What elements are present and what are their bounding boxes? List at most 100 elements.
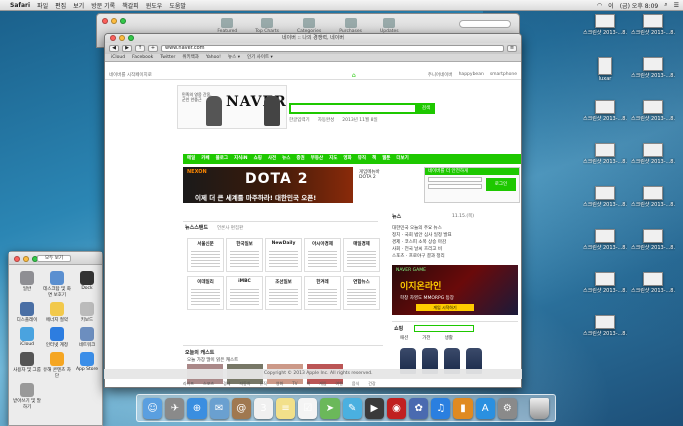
search-input[interactable] (289, 103, 417, 114)
id-field[interactable] (428, 177, 482, 182)
dock-app-launchpad[interactable]: ✈ (165, 398, 185, 419)
category-link[interactable]: 영화 (276, 381, 283, 387)
search-button[interactable]: 검색 (417, 103, 435, 114)
category-link[interactable]: 경제 (223, 381, 230, 387)
trash-icon[interactable] (529, 398, 550, 419)
newsstand-card[interactable]: 이데일리 (187, 276, 224, 310)
newsstand-card[interactable]: NewDaily (265, 238, 302, 272)
pref-pane[interactable]: 에너지 절약 (43, 302, 71, 323)
category-link[interactable]: 뮤직 (260, 381, 267, 387)
news-headline[interactable]: 스포츠 · 프로야구 결과 정리 (392, 253, 518, 260)
bookmark-item[interactable]: 인기 사이트 ▾ (247, 54, 273, 61)
password-field[interactable] (428, 184, 482, 189)
shop-tab[interactable]: 생활 (445, 335, 453, 341)
bookmark-item[interactable]: Yahoo! (206, 54, 221, 61)
newsstand-card[interactable]: 한겨레 (304, 276, 341, 310)
set-homepage-link[interactable]: 네이버를 시작페이지로 (109, 72, 152, 78)
tab-updates[interactable]: Updates (380, 18, 399, 34)
dock-app-iphoto[interactable]: ✿ (409, 398, 429, 419)
category-link[interactable]: 여행 (336, 381, 343, 387)
user-menu[interactable]: 이 (608, 1, 614, 10)
dock-app-photo-booth[interactable]: ◉ (386, 398, 407, 419)
service-menu-item[interactable]: 사전 (268, 154, 276, 164)
desktop-file[interactable]: 스크린샷 2013-...8.04.24 (631, 57, 675, 79)
newsstand-card[interactable]: 매일경제 (343, 238, 380, 272)
service-menu-item[interactable]: 영화 (343, 154, 351, 164)
tab-featured[interactable]: Featured (217, 18, 237, 34)
url-bar[interactable]: www.naver.com (161, 45, 504, 52)
bookmark-item[interactable]: Twitter (160, 54, 175, 61)
category-link[interactable]: 게임 (319, 381, 326, 387)
shop-search-input[interactable] (414, 325, 474, 332)
pref-pane[interactable]: 데스크탑 및 화면 보호기 (43, 271, 71, 298)
category-link[interactable]: TV (292, 381, 297, 387)
bookmark-item[interactable]: 위키백과 (182, 54, 199, 61)
desktop-file[interactable]: 스크린샷 2013-...8.06.59 (583, 272, 627, 294)
desktop-file[interactable]: 스크린샷 2013-...8.04.51 (631, 100, 675, 122)
news-headline[interactable]: 정치 · 국회 법안 심사 일정 발표 (392, 232, 518, 239)
zoom-button[interactable] (128, 35, 134, 41)
tab-purchases[interactable]: Purchases (339, 18, 362, 34)
news-headline[interactable]: 사회 · 전국 날씨 흐리고 비 (392, 246, 518, 253)
login-button[interactable]: 로그인 (486, 178, 516, 191)
junior-naver-link[interactable]: 주니어네이버 (428, 72, 453, 78)
close-button[interactable] (14, 256, 20, 262)
desktop-file[interactable]: 스크린샷 2013-...8.04.25 (583, 100, 627, 122)
desktop-file[interactable]: 스크린샷 2013-...8.07.52 (583, 14, 627, 36)
category-link[interactable]: 책 (306, 381, 310, 387)
bookmark-item[interactable]: Facebook (132, 54, 153, 61)
desktop-file[interactable]: 스크린샷 2013-...8.04.32 (631, 14, 675, 36)
desktop-file[interactable]: 스크린샷 2013-...8.06.15 (631, 186, 675, 208)
menu-edit[interactable]: 편집 (55, 1, 66, 10)
newsstand-card[interactable]: iMBC (226, 276, 263, 310)
close-button[interactable] (102, 18, 108, 24)
naver-doodle[interactable]: 민족의 영웅 간옹, 군인 안중근 NAVER (177, 85, 287, 129)
pref-pane[interactable]: 인터넷 계정 (43, 327, 71, 348)
show-all-button[interactable]: 모두 보기 (37, 255, 71, 262)
tab-top-charts[interactable]: Top Charts (255, 18, 279, 34)
service-menu-item[interactable]: 뮤직 (358, 154, 366, 164)
newsstand-card[interactable]: 아시아경제 (304, 238, 341, 272)
newsstand-card[interactable]: 한국일보 (226, 238, 263, 272)
autocomplete-link[interactable]: 자동완성 (318, 117, 335, 123)
pref-pane[interactable]: 일반 (13, 271, 41, 298)
desktop-file[interactable]: 스크린샷 2013-...8.06.05 (583, 186, 627, 208)
news-headline[interactable]: 대한민국 오늘의 주요 뉴스 (392, 225, 518, 232)
menu-view[interactable]: 보기 (73, 1, 84, 10)
service-menu-item[interactable]: 웹툰 (382, 154, 390, 164)
desktop-file[interactable]: 스크린샷 2013-...8.06.11 (583, 229, 627, 251)
share-button[interactable]: ↑ (135, 45, 145, 52)
tab-categories[interactable]: Categories (297, 18, 321, 34)
banner-side[interactable]: 게임메뉴바 DOTA 2 (357, 167, 419, 203)
category-link[interactable]: 음식 (352, 381, 359, 387)
service-menu-item[interactable]: 더보기 (396, 154, 408, 164)
pref-pane[interactable]: 유해 콘텐츠 차단 (43, 352, 71, 379)
naver-game-banner[interactable]: NAVER GAME 이지온라인 학창 차영도 MMORPG 등장 게임 시작하… (392, 265, 518, 315)
category-link[interactable]: 자동차 (239, 381, 250, 387)
smartphone-link[interactable]: smartphone (490, 72, 517, 78)
menu-bookmarks[interactable]: 책갈피 (122, 1, 139, 10)
category-link[interactable]: 건강 (368, 381, 375, 387)
service-menu-item[interactable]: 지식iN (234, 154, 248, 164)
service-menu-item[interactable]: 메일 (187, 154, 195, 164)
pref-pane[interactable]: App Store (73, 352, 101, 379)
newsstand-card[interactable]: 서울신문 (187, 238, 224, 272)
menu-help[interactable]: 도움말 (169, 1, 186, 10)
dock-app-calendar[interactable]: 3 (253, 398, 274, 419)
notification-center-icon[interactable]: ☰ (674, 2, 679, 9)
desktop-file[interactable]: 스크린샷 2013-...8.07.22 (583, 315, 627, 337)
service-menu-item[interactable]: 뉴스 (282, 154, 290, 164)
dock-app-app-store[interactable]: A (475, 398, 495, 419)
dock-app-mail[interactable]: ✉ (209, 398, 229, 419)
newsstand-card[interactable]: 조선일보 (265, 276, 302, 310)
pref-pane[interactable]: 받아쓰기 및 말하기 (13, 383, 41, 410)
category-link[interactable]: 라이프 (183, 381, 194, 387)
korean-ime-link[interactable]: 한글입력기 (289, 117, 310, 123)
zoom-button[interactable] (120, 18, 126, 24)
minimize-button[interactable] (111, 18, 117, 24)
dota2-banner[interactable]: NEXON DOTA 2 이제 더 큰 세계를 마주하라! 대한민국 오픈! (183, 167, 353, 203)
new-tab-button[interactable]: + (148, 45, 158, 52)
search-input[interactable] (459, 20, 511, 28)
bookmark-item[interactable]: 뉴스 ▾ (228, 54, 240, 61)
pref-pane[interactable]: 사용자 및 그룹 (13, 352, 41, 379)
